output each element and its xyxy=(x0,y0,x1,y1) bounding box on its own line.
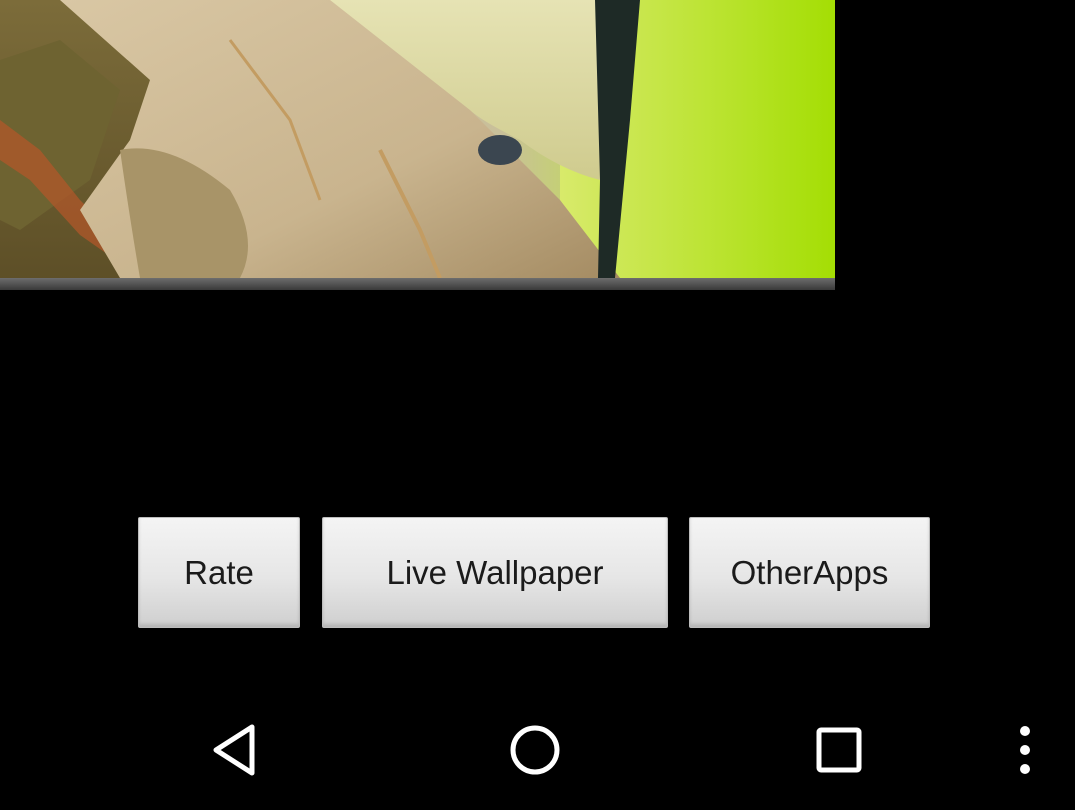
recents-button[interactable] xyxy=(789,690,889,810)
screen: Rate Live Wallpaper OtherApps xyxy=(0,0,1075,810)
bird-on-branch-photo xyxy=(0,0,835,290)
rate-button-label: Rate xyxy=(184,553,254,591)
live-wallpaper-button-label: Live Wallpaper xyxy=(386,553,604,591)
other-apps-button[interactable]: OtherApps xyxy=(689,517,930,628)
overflow-menu-icon xyxy=(1020,726,1030,774)
recents-square-icon xyxy=(816,727,862,773)
back-triangle-icon xyxy=(213,724,255,776)
navigation-bar xyxy=(0,690,1075,810)
live-wallpaper-button[interactable]: Live Wallpaper xyxy=(322,517,668,628)
home-circle-icon xyxy=(510,725,560,775)
preview-bottom-edge xyxy=(0,278,835,290)
rate-button[interactable]: Rate xyxy=(138,517,300,628)
overflow-menu-button[interactable] xyxy=(995,690,1055,810)
back-button[interactable] xyxy=(185,690,285,810)
wallpaper-preview-image xyxy=(0,0,835,290)
other-apps-button-label: OtherApps xyxy=(730,553,889,591)
home-button[interactable] xyxy=(485,690,585,810)
